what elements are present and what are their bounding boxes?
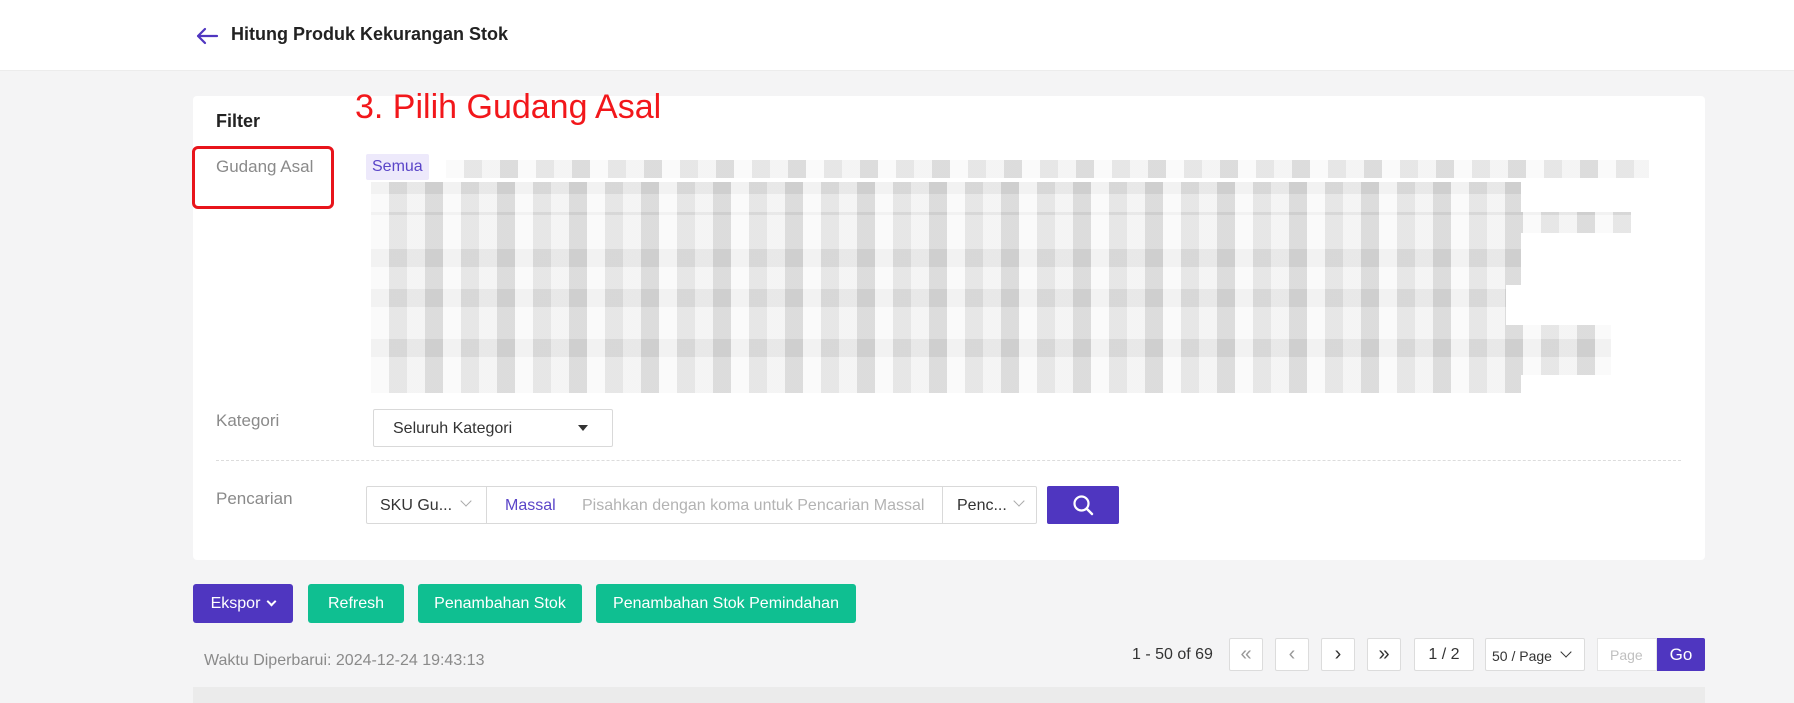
warehouse-options-blurred (371, 285, 1506, 325)
filter-title: Filter (216, 111, 261, 131)
caret-down-icon (578, 425, 588, 431)
table-header (193, 687, 1705, 703)
search-icon (1073, 495, 1094, 516)
warehouse-options-blurred (371, 233, 1521, 285)
next-page-button[interactable]: › (1321, 638, 1355, 671)
divider (216, 460, 1681, 461)
back-button[interactable] (192, 22, 222, 50)
search-field-select-value: SKU Gu... (380, 497, 453, 514)
warehouse-options-blurred (371, 182, 1521, 212)
warehouse-options-blurred (446, 160, 1649, 178)
export-button-label: Ekspor (210, 594, 261, 612)
category-select-value: Seluruh Kategori (393, 420, 513, 437)
search-button[interactable] (1047, 486, 1119, 524)
kategori-label: Kategori (216, 411, 280, 430)
page-number-input[interactable] (1597, 638, 1657, 671)
chevron-down-icon (460, 495, 472, 507)
refresh-button-label: Refresh (327, 594, 385, 612)
refresh-button[interactable]: Refresh (308, 584, 404, 623)
first-page-button[interactable]: « (1229, 638, 1263, 671)
add-stock-transfer-button-label: Penambahan Stok Pemindahan (613, 594, 839, 612)
search-match-select-value: Penc... (957, 497, 1007, 514)
page-title: Hitung Produk Kekurangan Stok (231, 24, 509, 44)
export-button[interactable]: Ekspor (193, 584, 293, 623)
warehouse-options-blurred (371, 212, 1631, 233)
warehouse-options-blurred (371, 375, 1521, 393)
chevron-down-icon (1560, 646, 1572, 658)
last-page-button[interactable]: » (1367, 638, 1401, 671)
go-button[interactable]: Go (1657, 638, 1705, 671)
search-match-select[interactable]: Penc... (942, 487, 1036, 523)
warehouse-options-blurred (371, 325, 1611, 375)
chevron-down-icon (266, 596, 277, 607)
arrow-left-icon (196, 27, 219, 45)
search-placeholder: Pisahkan dengan koma untuk Pencarian Mas… (582, 497, 925, 514)
double-chevron-right-icon: » (1378, 643, 1390, 665)
pencarian-label: Pencarian (216, 489, 293, 508)
bulk-search-toggle[interactable]: Massal (505, 497, 556, 515)
add-stock-button-label: Penambahan Stok (434, 594, 566, 612)
page-size-select[interactable]: 50 / Page (1485, 638, 1585, 671)
last-updated-text: Waktu Diperbarui: 2024-12-24 19:43:13 (204, 652, 485, 669)
page-size-value: 50 / Page (1492, 648, 1552, 664)
search-group: SKU Gu... Massal Pisahkan dengan koma un… (366, 486, 1037, 524)
prev-page-button[interactable]: ‹ (1275, 638, 1309, 671)
current-page-indicator: 1 / 2 (1414, 638, 1474, 671)
add-stock-transfer-button[interactable]: Penambahan Stok Pemindahan (596, 584, 856, 623)
top-bar: Hitung Produk Kekurangan Stok (0, 0, 1794, 71)
double-chevron-left-icon: « (1240, 643, 1252, 665)
warehouse-option-all[interactable]: Semua (366, 154, 429, 180)
chevron-right-icon: › (1334, 643, 1342, 665)
highlight-box (192, 146, 334, 209)
chevron-left-icon: ‹ (1288, 643, 1296, 665)
search-field-select[interactable]: SKU Gu... (367, 487, 487, 523)
add-stock-button[interactable]: Penambahan Stok (418, 584, 582, 623)
pagination-range: 1 - 50 of 69 (1132, 646, 1213, 663)
search-input[interactable]: Massal Pisahkan dengan koma untuk Pencar… (487, 487, 942, 523)
chevron-down-icon (1013, 495, 1025, 507)
category-select[interactable]: Seluruh Kategori (373, 409, 613, 447)
annotation-text: 3. Pilih Gudang Asal (355, 88, 662, 126)
